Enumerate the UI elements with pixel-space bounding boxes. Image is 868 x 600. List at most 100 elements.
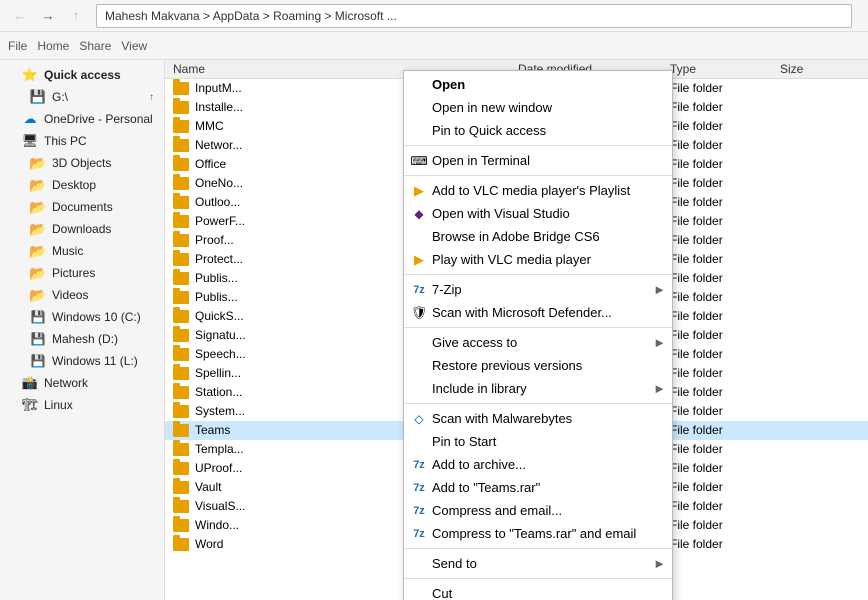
sidebar-label: G:\ [52, 90, 68, 104]
sidebar-label: 3D Objects [52, 156, 111, 170]
ctx-label: Play with VLC media player [432, 252, 591, 267]
ctx-separator [404, 327, 672, 328]
ctx-add-teams-rar[interactable]: 7z Add to "Teams.rar" [404, 476, 672, 499]
vlc2-icon: ▶ [410, 251, 428, 269]
sidebar-item-quick-access[interactable]: ⭐ Quick access [2, 64, 162, 86]
ctx-pin-quick-access[interactable]: Pin to Quick access [404, 119, 672, 142]
ctx-scan-defender[interactable]: 🛡 Scan with Microsoft Defender... [404, 301, 672, 324]
sidebar-label: Network [44, 376, 88, 390]
folder-icon [173, 405, 189, 418]
linux-icon: 🏗 [22, 397, 38, 413]
ctx-browse-adobe-bridge[interactable]: Browse in Adobe Bridge CS6 [404, 225, 672, 248]
ctx-give-access[interactable]: Give access to ► [404, 331, 672, 354]
ctx-play-vlc[interactable]: ▶ Play with VLC media player [404, 248, 672, 271]
sidebar-item-onedrive[interactable]: ☁ OneDrive - Personal [2, 108, 162, 130]
up-button[interactable]: ↑ [64, 4, 88, 28]
sidebar-label: OneDrive - Personal [44, 112, 153, 126]
ctx-open-terminal[interactable]: ⌨ Open in Terminal [404, 149, 672, 172]
sidebar-item-documents[interactable]: 📂 Documents [2, 196, 162, 218]
ctx-add-vlc-playlist[interactable]: ▶ Add to VLC media player's Playlist [404, 179, 672, 202]
sidebar-item-windows-l[interactable]: 💾 Windows 11 (L:) [2, 350, 162, 372]
ctx-label: Open in Terminal [432, 153, 530, 168]
ctx-separator [404, 548, 672, 549]
ctx-compress-email[interactable]: 7z Compress and email... [404, 499, 672, 522]
onedrive-icon: ☁ [22, 111, 38, 127]
ctx-restore-previous[interactable]: Restore previous versions [404, 354, 672, 377]
sidebar-label: Pictures [52, 266, 95, 280]
7zip-icon: 7z [410, 281, 428, 299]
folder-icon [173, 196, 189, 209]
ctx-open[interactable]: Open [404, 73, 672, 96]
sidebar-item-this-pc[interactable]: 🖥 This PC [2, 130, 162, 152]
sidebar-item-pictures[interactable]: 📂 Pictures [2, 262, 162, 284]
sidebar-item-linux[interactable]: 🏗 Linux [2, 394, 162, 416]
ctx-add-archive[interactable]: 7z Add to archive... [404, 453, 672, 476]
submenu-arrow: ► [653, 556, 666, 571]
sidebar-label: Windows 11 (L:) [52, 354, 138, 368]
folder-icon [173, 120, 189, 133]
sidebar-item-desktop[interactable]: 📂 Desktop [2, 174, 162, 196]
nav-buttons: ← → ↑ [8, 4, 88, 28]
folder-icon [173, 462, 189, 475]
terminal-icon: ⌨ [410, 152, 428, 170]
sidebar: ⭐ Quick access 💾 G:\ ↑ ☁ OneDrive - Pers… [0, 60, 165, 600]
ctx-label: Send to [432, 556, 477, 571]
folder-icon [173, 443, 189, 456]
sidebar-label: Music [52, 244, 83, 258]
ctx-open-visual-studio[interactable]: ◆ Open with Visual Studio [404, 202, 672, 225]
ctx-label: Add to "Teams.rar" [432, 480, 540, 495]
sidebar-item-music[interactable]: 📂 Music [2, 240, 162, 262]
archive-icon: 7z [410, 479, 428, 497]
drive-icon: 💾 [30, 89, 46, 105]
folder-icon [173, 424, 189, 437]
folder-icon [173, 538, 189, 551]
ctx-compress-teams-email[interactable]: 7z Compress to "Teams.rar" and email [404, 522, 672, 545]
sidebar-item-windows-c[interactable]: 💾 Windows 10 (C:) [2, 306, 162, 328]
ctx-label: Restore previous versions [432, 358, 582, 373]
folder-icon [173, 101, 189, 114]
ctx-label: 7-Zip [432, 282, 462, 297]
ctx-label: Add to VLC media player's Playlist [432, 183, 630, 198]
forward-button[interactable]: → [36, 4, 60, 28]
ctx-scan-malwarebytes[interactable]: ◇ Scan with Malwarebytes [404, 407, 672, 430]
folder-icon: 📂 [30, 155, 46, 171]
folder-icon [173, 481, 189, 494]
ctx-label: Browse in Adobe Bridge CS6 [432, 229, 600, 244]
col-type: Type [670, 62, 780, 76]
ctx-cut[interactable]: Cut [404, 582, 672, 600]
computer-icon: 🖥 [22, 133, 38, 149]
ctx-7zip[interactable]: 7z 7-Zip ► [404, 278, 672, 301]
sidebar-item-mahesh-d[interactable]: 💾 Mahesh (D:) [2, 328, 162, 350]
folder-icon: 📂 [30, 265, 46, 281]
ctx-separator [404, 403, 672, 404]
ctx-send-to[interactable]: Send to ► [404, 552, 672, 575]
submenu-arrow: ► [653, 381, 666, 396]
ctx-include-library[interactable]: Include in library ► [404, 377, 672, 400]
ctx-separator [404, 175, 672, 176]
sidebar-item-network[interactable]: 📸 Network [2, 372, 162, 394]
ctx-label: Give access to [432, 335, 517, 350]
sidebar-label: Windows 10 (C:) [52, 310, 141, 324]
folder-icon [173, 348, 189, 361]
ctx-label: Pin to Quick access [432, 123, 546, 138]
breadcrumb-text: Mahesh Makvana > AppData > Roaming > Mic… [105, 9, 397, 23]
sidebar-item-3d-objects[interactable]: 📂 3D Objects [2, 152, 162, 174]
folder-icon [173, 139, 189, 152]
folder-icon [173, 500, 189, 513]
folder-icon [173, 310, 189, 323]
ctx-label: Cut [432, 586, 452, 600]
toolbar: File Home Share View [0, 32, 868, 60]
ctx-open-new-window[interactable]: Open in new window [404, 96, 672, 119]
ctx-separator [404, 274, 672, 275]
file-area: Name Date modified Type Size InputM...1 … [165, 60, 868, 600]
toolbar-label: File Home Share View [8, 39, 147, 53]
back-button[interactable]: ← [8, 4, 32, 28]
sidebar-item-videos[interactable]: 📂 Videos [2, 284, 162, 306]
star-icon: ⭐ [22, 67, 38, 83]
sidebar-item-downloads[interactable]: 📂 Downloads [2, 218, 162, 240]
network-icon: 📸 [22, 375, 38, 391]
ctx-pin-start[interactable]: Pin to Start [404, 430, 672, 453]
malwarebytes-icon: ◇ [410, 410, 428, 428]
sidebar-item-g-drive[interactable]: 💾 G:\ ↑ [2, 86, 162, 108]
ctx-label: Include in library [432, 381, 527, 396]
